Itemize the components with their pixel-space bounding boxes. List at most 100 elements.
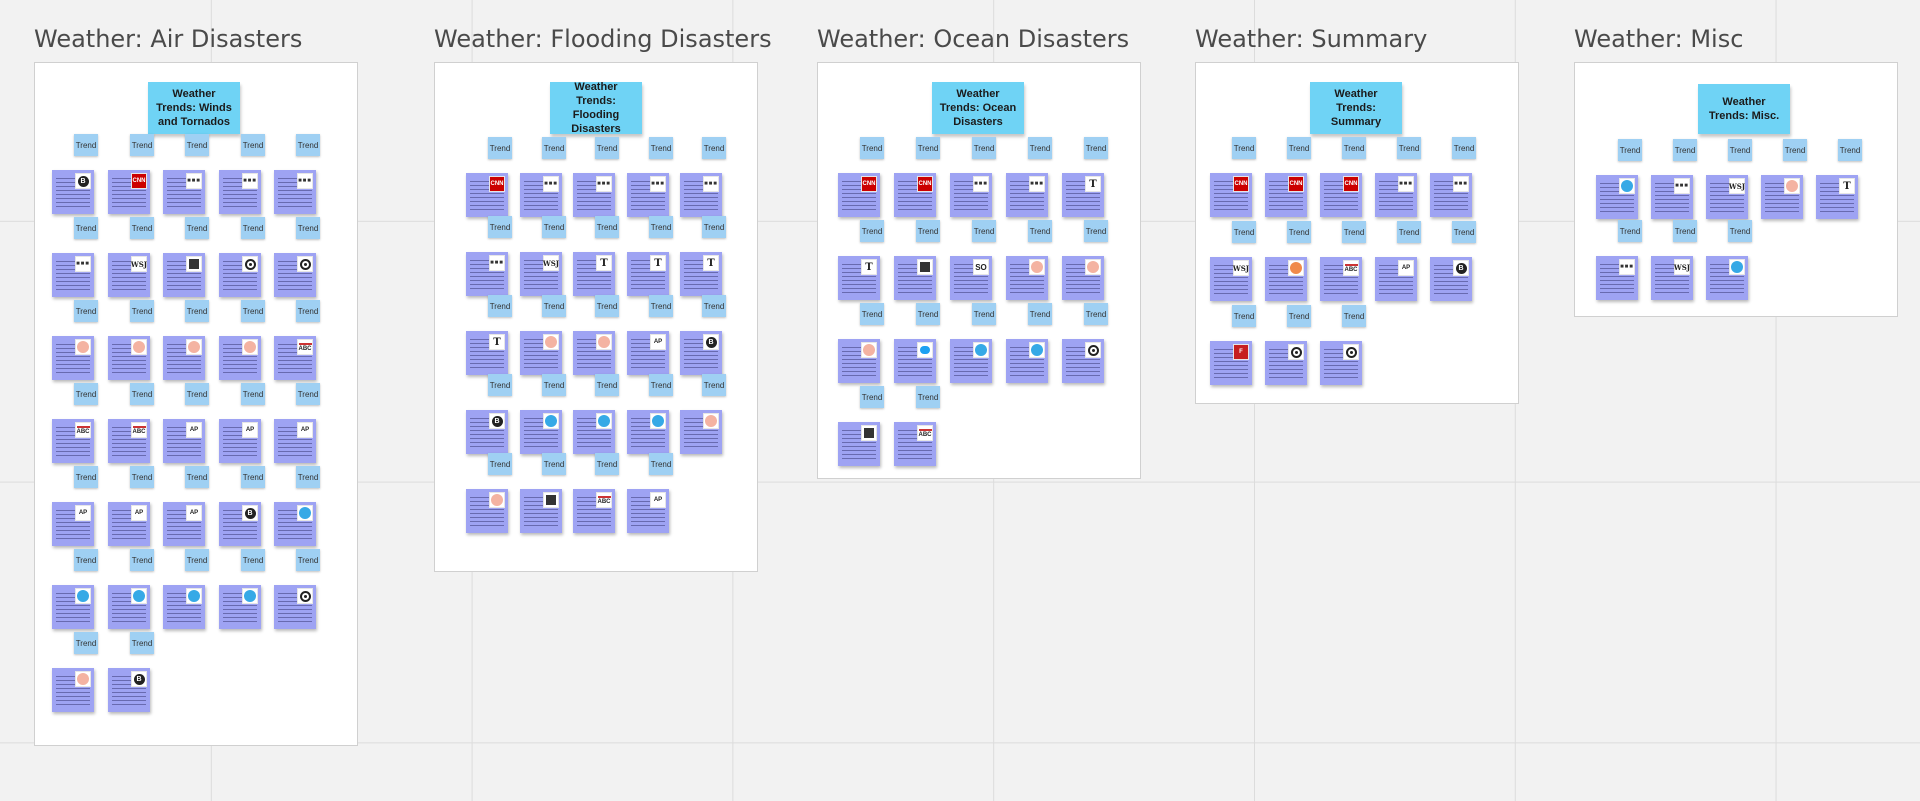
trend-tag-note[interactable]: Trend — [488, 295, 512, 317]
article-sticky-note[interactable] — [52, 585, 94, 629]
article-sticky-note[interactable]: B — [52, 170, 94, 214]
trend-tag-note[interactable]: Trend — [860, 386, 884, 408]
trend-tag-note[interactable]: Trend — [1673, 139, 1697, 161]
trend-tag-note[interactable]: Trend — [488, 453, 512, 475]
trend-tag-note[interactable]: Trend — [702, 137, 726, 159]
header-sticky-note[interactable]: Weather Trends: Flooding Disasters — [550, 81, 642, 135]
article-sticky-note[interactable] — [108, 336, 150, 380]
article-sticky-note[interactable]: ABC — [894, 422, 936, 466]
article-sticky-note[interactable]: B — [219, 502, 261, 546]
trend-tag-note[interactable]: Trend — [130, 549, 154, 571]
trend-tag-note[interactable]: Trend — [1397, 137, 1421, 159]
frame-title[interactable]: Weather: Misc — [1574, 24, 1743, 54]
article-sticky-note[interactable] — [520, 489, 562, 533]
article-sticky-note[interactable] — [274, 253, 316, 297]
trend-tag-note[interactable]: Trend — [542, 137, 566, 159]
article-sticky-note[interactable] — [52, 668, 94, 712]
article-sticky-note[interactable] — [894, 339, 936, 383]
trend-tag-note[interactable]: Trend — [972, 220, 996, 242]
article-sticky-note[interactable]: CNN — [894, 173, 936, 217]
trend-tag-note[interactable]: Trend — [1397, 221, 1421, 243]
article-sticky-note[interactable] — [1761, 175, 1803, 219]
trend-tag-note[interactable]: Trend — [74, 549, 98, 571]
trend-tag-note[interactable]: Trend — [1618, 220, 1642, 242]
trend-tag-note[interactable]: Trend — [296, 466, 320, 488]
trend-tag-note[interactable]: Trend — [860, 220, 884, 242]
article-sticky-note[interactable]: AP — [52, 502, 94, 546]
trend-tag-note[interactable]: Trend — [74, 134, 98, 156]
article-sticky-note[interactable] — [520, 410, 562, 454]
trend-tag-note[interactable]: Trend — [296, 549, 320, 571]
trend-tag-note[interactable]: Trend — [1452, 137, 1476, 159]
trend-tag-note[interactable]: Trend — [241, 134, 265, 156]
trend-tag-note[interactable]: Trend — [916, 137, 940, 159]
article-sticky-note[interactable]: ■■■ — [950, 173, 992, 217]
trend-tag-note[interactable]: Trend — [1084, 220, 1108, 242]
article-sticky-note[interactable]: ■■■ — [163, 170, 205, 214]
article-sticky-note[interactable] — [627, 410, 669, 454]
article-sticky-note[interactable]: AP — [274, 419, 316, 463]
article-sticky-note[interactable]: ■■■ — [466, 252, 508, 296]
trend-tag-note[interactable]: Trend — [1084, 137, 1108, 159]
article-sticky-note[interactable] — [1006, 256, 1048, 300]
article-sticky-note[interactable] — [219, 585, 261, 629]
article-sticky-note[interactable] — [573, 331, 615, 375]
trend-tag-note[interactable]: Trend — [296, 217, 320, 239]
article-sticky-note[interactable]: T — [680, 252, 722, 296]
trend-tag-note[interactable]: Trend — [1783, 139, 1807, 161]
article-sticky-note[interactable]: CNN — [1320, 173, 1362, 217]
article-sticky-note[interactable] — [680, 410, 722, 454]
article-sticky-note[interactable]: AP — [627, 331, 669, 375]
trend-tag-note[interactable]: Trend — [702, 374, 726, 396]
article-sticky-note[interactable]: WSJ — [1210, 257, 1252, 301]
article-sticky-note[interactable]: CNN — [1210, 173, 1252, 217]
article-sticky-note[interactable]: ABC — [274, 336, 316, 380]
trend-tag-note[interactable]: Trend — [74, 217, 98, 239]
trend-tag-note[interactable]: Trend — [1838, 139, 1862, 161]
trend-tag-note[interactable]: Trend — [241, 217, 265, 239]
article-sticky-note[interactable]: T — [573, 252, 615, 296]
trend-tag-note[interactable]: Trend — [595, 137, 619, 159]
header-sticky-note[interactable]: Weather Trends: Summary — [1310, 82, 1402, 134]
trend-tag-note[interactable]: Trend — [185, 300, 209, 322]
trend-tag-note[interactable]: Trend — [916, 386, 940, 408]
trend-tag-note[interactable]: Trend — [488, 216, 512, 238]
article-sticky-note[interactable]: ABC — [1320, 257, 1362, 301]
trend-tag-note[interactable]: Trend — [1342, 137, 1366, 159]
article-sticky-note[interactable] — [1006, 339, 1048, 383]
trend-tag-note[interactable]: Trend — [1342, 305, 1366, 327]
article-sticky-note[interactable]: WSJ — [1706, 175, 1748, 219]
whiteboard-canvas[interactable]: Weather: Air Disasters Weather Trends: Wi… — [0, 0, 1920, 801]
article-sticky-note[interactable] — [573, 410, 615, 454]
article-sticky-note[interactable] — [894, 256, 936, 300]
article-sticky-note[interactable]: AP — [108, 502, 150, 546]
frame-title[interactable]: Weather: Flooding Disasters — [434, 24, 772, 54]
header-sticky-note[interactable]: Weather Trends: Winds and Tornados — [148, 82, 240, 134]
article-sticky-note[interactable]: AP — [163, 502, 205, 546]
trend-tag-note[interactable]: Trend — [130, 632, 154, 654]
article-sticky-note[interactable] — [466, 489, 508, 533]
trend-tag-note[interactable]: Trend — [185, 217, 209, 239]
trend-tag-note[interactable]: Trend — [241, 466, 265, 488]
article-sticky-note[interactable]: AP — [219, 419, 261, 463]
trend-tag-note[interactable]: Trend — [595, 216, 619, 238]
article-sticky-note[interactable]: ■■■ — [1430, 173, 1472, 217]
article-sticky-note[interactable]: ■■■ — [1375, 173, 1417, 217]
trend-tag-note[interactable]: Trend — [1287, 221, 1311, 243]
frame-title[interactable]: Weather: Air Disasters — [34, 24, 302, 54]
article-sticky-note[interactable] — [274, 585, 316, 629]
article-sticky-note[interactable]: ■■■ — [1006, 173, 1048, 217]
article-sticky-note[interactable]: ■■■ — [520, 173, 562, 217]
article-sticky-note[interactable]: F — [1210, 341, 1252, 385]
article-sticky-note[interactable]: ■■■ — [627, 173, 669, 217]
article-sticky-note[interactable] — [1596, 175, 1638, 219]
article-sticky-note[interactable]: WSJ — [520, 252, 562, 296]
trend-tag-note[interactable]: Trend — [542, 453, 566, 475]
article-sticky-note[interactable] — [163, 336, 205, 380]
trend-tag-note[interactable]: Trend — [542, 216, 566, 238]
article-sticky-note[interactable]: CNN — [108, 170, 150, 214]
trend-tag-note[interactable]: Trend — [595, 295, 619, 317]
article-sticky-note[interactable]: WSJ — [1651, 256, 1693, 300]
article-sticky-note[interactable] — [838, 422, 880, 466]
trend-tag-note[interactable]: Trend — [241, 300, 265, 322]
